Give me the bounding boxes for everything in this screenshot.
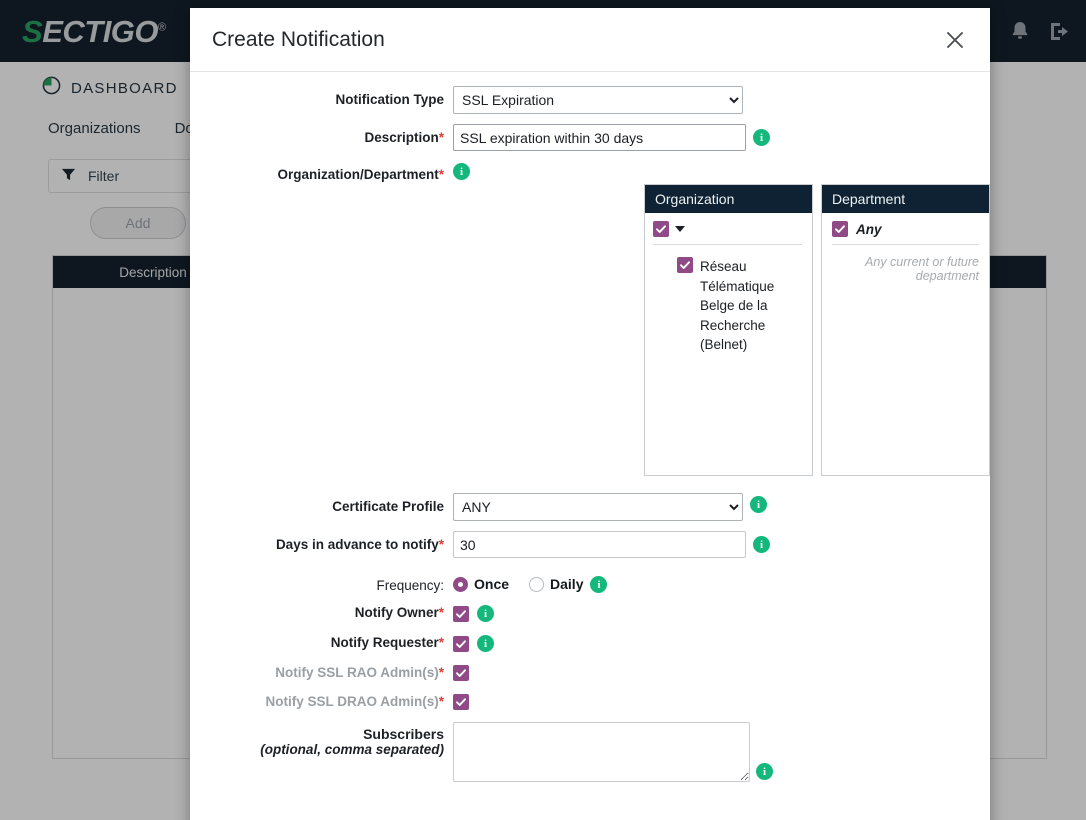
info-icon-notify-requester[interactable]: i — [477, 635, 494, 652]
required-marker-drao: * — [438, 694, 444, 709]
frequency-option-once[interactable]: Once — [453, 576, 509, 592]
info-icon-certificate-profile[interactable]: i — [750, 496, 767, 513]
frequency-option-daily[interactable]: Daily — [529, 576, 583, 592]
label-notify-drao: Notify SSL DRAO Admin(s)* — [190, 692, 453, 709]
department-panel-header: Department — [822, 185, 989, 213]
info-icon-days-in-advance[interactable]: i — [753, 536, 770, 553]
expand-caret-icon[interactable] — [675, 226, 685, 232]
label-notify-rao-text: Notify SSL RAO Admin(s) — [275, 665, 439, 680]
organization-panel-body: Réseau Télématique Belge de la Recherche… — [645, 213, 812, 475]
app-root: SECTIGO® DASHBOARD Organizations Filter … — [0, 0, 1086, 820]
field-subscribers: Subscribers (optional, comma separated) … — [190, 722, 990, 782]
label-certificate-profile: Certificate Profile — [332, 499, 444, 514]
close-icon[interactable] — [942, 27, 968, 53]
required-marker: * — [438, 130, 444, 145]
field-organization-department: Organization/Department* i — [190, 161, 990, 182]
field-notify-owner: Notify Owner* i — [190, 603, 990, 622]
field-notification-type: Notification Type SSL Expiration — [190, 86, 990, 114]
label-frequency: Frequency: — [376, 578, 444, 593]
radio-daily[interactable] — [529, 576, 545, 592]
field-notify-requester: Notify Requester* i — [190, 633, 990, 652]
dialog-title: Create Notification — [212, 27, 385, 51]
field-days-in-advance: Days in advance to notify* i — [190, 531, 990, 558]
field-notify-drao: Notify SSL DRAO Admin(s)* — [190, 692, 990, 710]
required-marker-org: * — [438, 167, 444, 182]
org-dept-panels: Organization Réseau Télématique Belge de… — [644, 184, 990, 476]
label-subscribers-main: Subscribers — [363, 726, 444, 742]
required-marker-owner: * — [438, 605, 444, 620]
field-frequency: Frequency: Once Daily i — [190, 572, 990, 593]
notify-requester-checkbox[interactable] — [453, 635, 469, 652]
organization-item-checkbox[interactable] — [677, 257, 693, 273]
label-notify-drao-text: Notify SSL DRAO Admin(s) — [265, 694, 439, 709]
label-days-text: Days in advance to notify — [275, 537, 439, 552]
info-icon-organization[interactable]: i — [453, 163, 470, 180]
create-notification-dialog: Create Notification Notification Type SS… — [190, 8, 990, 820]
label-notify-owner: Notify Owner* — [190, 603, 453, 620]
label-notify-rao: Notify SSL RAO Admin(s)* — [190, 663, 453, 680]
notify-owner-checkbox[interactable] — [453, 605, 469, 622]
frequency-radio-group: Once Daily — [453, 572, 583, 592]
required-marker-days: * — [438, 537, 444, 552]
field-description: Description* i — [190, 124, 990, 151]
label-notify-requester: Notify Requester* — [190, 633, 453, 650]
label-description-text: Description — [364, 130, 439, 145]
dialog-header: Create Notification — [190, 8, 990, 72]
label-organization-department: Organization/Department* — [190, 161, 453, 182]
organization-select-all-row — [653, 221, 802, 245]
radio-daily-label: Daily — [550, 576, 584, 592]
department-panel: Department Any Any current or future dep… — [821, 184, 990, 476]
subscribers-textarea[interactable] — [453, 722, 750, 782]
notification-type-select[interactable]: SSL Expiration — [453, 86, 743, 114]
label-notification-type: Notification Type — [335, 92, 444, 107]
label-org-dept-text: Organization/Department — [277, 167, 439, 182]
department-any-label: Any — [856, 221, 882, 237]
notify-rao-checkbox — [453, 665, 469, 681]
required-marker-requester: * — [438, 635, 444, 650]
organization-panel-header: Organization — [645, 185, 812, 213]
label-description: Description* — [190, 124, 453, 145]
radio-once[interactable] — [453, 576, 468, 592]
organization-item-label: Réseau Télématique Belge de la Recherche… — [700, 259, 775, 353]
label-subscribers: Subscribers (optional, comma separated) — [190, 722, 453, 757]
notify-drao-checkbox — [453, 694, 469, 710]
dialog-body: Notification Type SSL Expiration Descrip… — [190, 72, 990, 782]
required-marker-rao: * — [438, 665, 444, 680]
label-days-in-advance: Days in advance to notify* — [190, 531, 453, 552]
info-icon-frequency[interactable]: i — [590, 576, 608, 593]
department-panel-body: Any Any current or future department — [822, 213, 989, 475]
info-icon-description[interactable]: i — [753, 129, 770, 146]
department-any-checkbox[interactable] — [832, 221, 848, 237]
radio-once-label: Once — [474, 576, 510, 592]
description-input[interactable] — [453, 124, 746, 151]
field-notify-rao: Notify SSL RAO Admin(s)* — [190, 663, 990, 681]
label-notify-owner-text: Notify Owner — [354, 605, 439, 620]
days-in-advance-input[interactable] — [453, 531, 746, 558]
organization-panel: Organization Réseau Télématique Belge de… — [644, 184, 813, 476]
info-icon-notify-owner[interactable]: i — [477, 605, 494, 622]
department-note: Any current or future department — [865, 255, 979, 283]
info-icon-subscribers[interactable]: i — [756, 763, 773, 780]
organization-select-all-checkbox[interactable] — [653, 221, 669, 237]
field-certificate-profile: Certificate Profile ANY i — [190, 493, 990, 521]
department-any-row[interactable]: Any — [832, 221, 979, 245]
label-notify-requester-text: Notify Requester — [330, 635, 439, 650]
organization-list-item[interactable]: Réseau Télématique Belge de la Recherche… — [653, 245, 802, 355]
certificate-profile-select[interactable]: ANY — [453, 493, 743, 521]
label-subscribers-hint: (optional, comma separated) — [260, 742, 444, 757]
